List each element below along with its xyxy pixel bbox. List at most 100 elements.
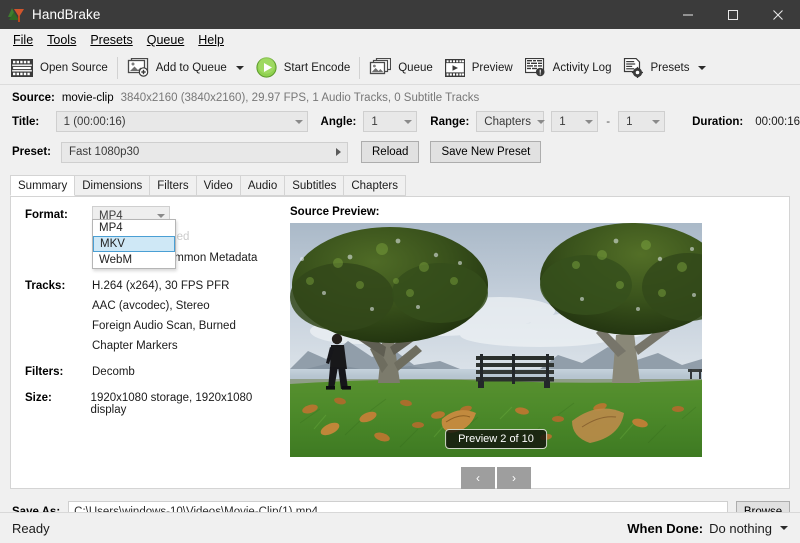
menu-tools[interactable]: Tools xyxy=(40,30,83,50)
tab-subtitles-label: Subtitles xyxy=(292,180,337,192)
preview-button[interactable]: Preview xyxy=(439,53,519,83)
source-line: Source: movie-clip 3840x2160 (3840x2160)… xyxy=(0,85,800,106)
preview-next-label: › xyxy=(512,471,516,485)
chevron-right-icon xyxy=(336,148,341,156)
menu-presets-label: Presets xyxy=(90,33,133,47)
preview-label: Preview xyxy=(471,61,513,74)
preview-prev-button[interactable]: ‹ xyxy=(461,467,495,489)
maximize-button[interactable] xyxy=(710,0,755,29)
duration-label: Duration: xyxy=(692,115,744,128)
reload-button[interactable]: Reload xyxy=(361,141,420,163)
add-to-queue-label: Add to Queue xyxy=(155,61,227,74)
main-toolbar: Open Source Add to Queue Start Encode Qu… xyxy=(0,51,800,85)
chevron-down-icon xyxy=(404,119,413,124)
range-type-value: Chapters xyxy=(484,115,531,128)
preset-select[interactable]: Fast 1080p30 xyxy=(61,141,348,163)
handbrake-logo-icon xyxy=(8,7,24,23)
presets-gear-icon xyxy=(623,57,644,78)
source-preview-image: Preview 2 of 10 xyxy=(290,223,702,457)
tab-chapters-label: Chapters xyxy=(351,180,399,192)
tab-chapters[interactable]: Chapters xyxy=(343,175,407,196)
tab-audio[interactable]: Audio xyxy=(239,175,286,196)
menu-presets[interactable]: Presets xyxy=(83,30,139,50)
format-option-webm-label: WebM xyxy=(99,254,133,266)
chevron-down-icon[interactable] xyxy=(235,65,244,70)
preview-film-icon xyxy=(444,58,465,77)
tab-filters-label: Filters xyxy=(157,180,189,192)
size-value: 1920x1080 storage, 1920x1080 display xyxy=(90,392,253,416)
chevron-down-icon xyxy=(585,119,594,124)
presets-button[interactable]: Presets xyxy=(617,53,712,83)
preset-label: Preset: xyxy=(12,146,51,158)
chevron-down-icon[interactable] xyxy=(698,65,707,70)
summary-right-column: Source Preview: Preview 2 of 10 ‹ › xyxy=(287,197,789,489)
angle-select-value: 1 xyxy=(371,115,378,128)
menu-file-label: File xyxy=(13,33,34,47)
range-type-select[interactable]: Chapters xyxy=(476,111,545,132)
tracks-label: Tracks: xyxy=(25,280,66,292)
tab-filters[interactable]: Filters xyxy=(149,175,197,196)
add-to-queue-button[interactable]: Add to Queue xyxy=(121,53,250,83)
filters-label: Filters: xyxy=(25,366,64,378)
chevron-down-icon[interactable] xyxy=(780,526,788,530)
track-item: Chapter Markers xyxy=(92,340,178,352)
activity-log-icon xyxy=(524,58,546,77)
open-source-label: Open Source xyxy=(40,61,108,74)
status-bar: Ready When Done: Do nothing xyxy=(0,512,800,543)
angle-select[interactable]: 1 xyxy=(363,111,418,132)
menu-bar: File Tools Presets Queue Help xyxy=(0,29,800,51)
source-label: Source: xyxy=(12,92,55,104)
format-option-mkv-label: MKV xyxy=(100,238,125,250)
track-item: AAC (avcodec), Stereo xyxy=(92,300,210,312)
queue-label: Queue xyxy=(398,61,433,74)
chapter-range-dash: - xyxy=(606,115,611,128)
source-details: 3840x2160 (3840x2160), 29.97 FPS, 1 Audi… xyxy=(120,92,480,104)
chevron-down-icon xyxy=(157,213,165,218)
tab-audio-label: Audio xyxy=(247,180,278,192)
format-option-mp4-label: MP4 xyxy=(99,222,123,234)
track-item: H.264 (x264), 30 FPS PFR xyxy=(92,280,230,292)
format-option-mkv[interactable]: MKV xyxy=(93,236,175,252)
tab-bar: Summary Dimensions Filters Video Audio S… xyxy=(10,175,800,196)
title-label: Title: xyxy=(12,115,40,128)
activity-log-label: Activity Log xyxy=(552,61,612,74)
menu-help[interactable]: Help xyxy=(191,30,231,50)
format-option-mp4[interactable]: MP4 xyxy=(93,220,175,236)
when-done-group[interactable]: When Done: Do nothing xyxy=(627,521,788,536)
close-button[interactable] xyxy=(755,0,800,29)
track-item: Foreign Audio Scan, Burned xyxy=(92,320,236,332)
title-row: Title: 1 (00:00:16) Angle: 1 Range: Chap… xyxy=(0,111,800,132)
open-source-button[interactable]: Open Source xyxy=(5,53,114,83)
queue-stack-icon xyxy=(369,58,392,77)
menu-file[interactable]: File xyxy=(6,30,40,50)
queue-button[interactable]: Queue xyxy=(363,53,439,83)
preset-select-value: Fast 1080p30 xyxy=(69,146,140,158)
source-name: movie-clip xyxy=(61,92,114,104)
tab-summary[interactable]: Summary xyxy=(10,175,76,196)
format-option-webm[interactable]: WebM xyxy=(93,252,175,268)
tab-dimensions[interactable]: Dimensions xyxy=(74,175,151,196)
chevron-down-icon xyxy=(652,119,661,124)
start-encode-button[interactable]: Start Encode xyxy=(250,53,356,83)
chapter-end-select[interactable]: 1 xyxy=(618,111,666,132)
filters-values: Decomb xyxy=(92,366,135,378)
save-new-preset-label: Save New Preset xyxy=(441,146,531,158)
angle-label: Angle: xyxy=(320,115,357,128)
activity-log-button[interactable]: Activity Log xyxy=(519,53,618,83)
minimize-button[interactable] xyxy=(665,0,710,29)
tab-video[interactable]: Video xyxy=(195,175,241,196)
tracks-values: H.264 (x264), 30 FPS PFR AAC (avcodec), … xyxy=(92,280,236,352)
menu-queue-label: Queue xyxy=(146,33,185,47)
tab-subtitles[interactable]: Subtitles xyxy=(284,175,345,196)
reload-label: Reload xyxy=(372,146,409,158)
preview-next-button[interactable]: › xyxy=(497,467,531,489)
save-new-preset-button[interactable]: Save New Preset xyxy=(430,141,542,163)
title-select[interactable]: 1 (00:00:16) xyxy=(55,111,308,132)
source-preview-label: Source Preview: xyxy=(290,206,380,218)
menu-help-label: Help xyxy=(198,33,224,47)
menu-queue[interactable]: Queue xyxy=(140,30,192,50)
toolbar-separator xyxy=(359,56,361,79)
chapter-start-select[interactable]: 1 xyxy=(551,111,599,132)
when-done-value: Do nothing xyxy=(709,520,772,536)
format-dropdown-list[interactable]: MP4 MKV WebM xyxy=(92,219,176,269)
